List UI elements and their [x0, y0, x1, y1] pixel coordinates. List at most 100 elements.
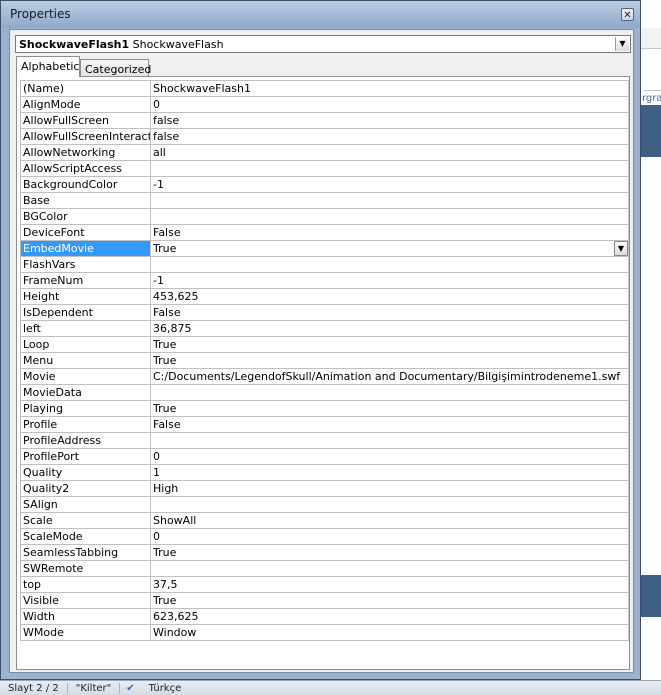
property-value[interactable]: ShockwaveFlash1	[151, 81, 629, 96]
property-value[interactable]: all	[151, 145, 629, 160]
property-name[interactable]: BGColor	[21, 209, 151, 224]
chevron-down-icon[interactable]: ▼	[614, 241, 628, 256]
property-name[interactable]: AllowFullScreenInteractive	[21, 129, 151, 144]
property-row[interactable]: AlignMode 0	[21, 97, 629, 113]
object-selector-dropdown[interactable]: ShockwaveFlash1 ShockwaveFlash ▼	[15, 35, 631, 53]
spell-check-icon[interactable]: ✔	[120, 683, 140, 694]
property-row[interactable]: Width 623,625	[21, 609, 629, 625]
property-value[interactable]: -1	[151, 177, 629, 192]
property-name[interactable]: SeamlessTabbing	[21, 545, 151, 560]
property-value[interactable]: 36,875	[151, 321, 629, 336]
property-row[interactable]: BackgroundColor -1	[21, 177, 629, 193]
chevron-down-icon[interactable]: ▼	[615, 37, 629, 51]
property-row[interactable]: ScaleMode 0	[21, 529, 629, 545]
property-name[interactable]: Profile	[21, 417, 151, 432]
property-name[interactable]: FlashVars	[21, 257, 151, 272]
property-row[interactable]: AllowFullScreenInteractivefalse	[21, 129, 629, 145]
property-name[interactable]: ProfileAddress	[21, 433, 151, 448]
status-theme-name[interactable]: "Kilter"	[68, 683, 120, 694]
property-name[interactable]: DeviceFont	[21, 225, 151, 240]
property-row[interactable]: Quality2 High	[21, 481, 629, 497]
property-row[interactable]: AllowFullScreen false	[21, 113, 629, 129]
property-name[interactable]: BackgroundColor	[21, 177, 151, 192]
property-row[interactable]: SeamlessTabbing True	[21, 545, 629, 561]
title-bar[interactable]: Properties ✕	[1, 1, 640, 28]
property-value[interactable]: High	[151, 481, 629, 496]
property-value[interactable]: True	[151, 593, 629, 608]
property-name[interactable]: AllowFullScreen	[21, 113, 151, 128]
property-value[interactable]: False	[151, 417, 629, 432]
property-name[interactable]: top	[21, 577, 151, 592]
property-name[interactable]: Scale	[21, 513, 151, 528]
property-value[interactable]: 453,625	[151, 289, 629, 304]
property-value[interactable]	[151, 561, 629, 576]
close-button[interactable]: ✕	[621, 8, 634, 21]
property-name[interactable]: WMode	[21, 625, 151, 640]
property-name[interactable]: SWRemote	[21, 561, 151, 576]
property-value[interactable]: false	[151, 129, 629, 144]
property-name[interactable]: Playing	[21, 401, 151, 416]
property-value[interactable]: False	[151, 225, 629, 240]
property-name[interactable]: Visible	[21, 593, 151, 608]
property-name[interactable]: Width	[21, 609, 151, 624]
property-value[interactable]: True	[151, 353, 629, 368]
property-row[interactable]: BGColor	[21, 209, 629, 225]
property-name[interactable]: Loop	[21, 337, 151, 352]
property-value[interactable]	[151, 257, 629, 272]
property-value[interactable]	[151, 433, 629, 448]
property-name[interactable]: AllowScriptAccess	[21, 161, 151, 176]
property-row[interactable]: Menu True	[21, 353, 629, 369]
property-row[interactable]: Movie C:/Documents/LegendofSkull/Animatio…	[21, 369, 629, 385]
property-row[interactable]: Loop True	[21, 337, 629, 353]
property-value[interactable]: ShowAll	[151, 513, 629, 528]
property-row[interactable]: IsDependent False	[21, 305, 629, 321]
status-language[interactable]: Türkçe	[141, 683, 190, 694]
property-value[interactable]: True	[151, 337, 629, 352]
property-value[interactable]: false	[151, 113, 629, 128]
property-name[interactable]: Menu	[21, 353, 151, 368]
property-name[interactable]: Base	[21, 193, 151, 208]
property-row[interactable]: SWRemote	[21, 561, 629, 577]
property-name[interactable]: ProfilePort	[21, 449, 151, 464]
property-row[interactable]: (Name) ShockwaveFlash1	[21, 81, 629, 97]
property-row[interactable]: DeviceFont False	[21, 225, 629, 241]
property-name[interactable]: Movie	[21, 369, 151, 384]
property-value[interactable]	[151, 385, 629, 400]
property-name[interactable]: left	[21, 321, 151, 336]
property-row[interactable]: ProfilePort 0	[21, 449, 629, 465]
property-value[interactable]	[151, 497, 629, 512]
property-row[interactable]: AllowScriptAccess	[21, 161, 629, 177]
property-row[interactable]: AllowNetworking all	[21, 145, 629, 161]
property-row[interactable]: top 37,5	[21, 577, 629, 593]
property-row[interactable]: Visible True	[21, 593, 629, 609]
property-value[interactable]: Window	[151, 625, 629, 640]
property-name[interactable]: (Name)	[21, 81, 151, 96]
property-name[interactable]: Quality2	[21, 481, 151, 496]
property-row[interactable]: Height 453,625	[21, 289, 629, 305]
property-row[interactable]: Scale ShowAll	[21, 513, 629, 529]
property-value[interactable]: 0	[151, 529, 629, 544]
property-value[interactable]: True	[151, 241, 629, 256]
property-value[interactable]: True	[151, 401, 629, 416]
property-name[interactable]: EmbedMovie	[21, 241, 151, 256]
property-name[interactable]: SAlign	[21, 497, 151, 512]
property-row[interactable]: Profile False	[21, 417, 629, 433]
property-row[interactable]: SAlign	[21, 497, 629, 513]
property-value[interactable]: 37,5	[151, 577, 629, 592]
property-row[interactable]: FlashVars	[21, 257, 629, 273]
property-value[interactable]: 1	[151, 465, 629, 480]
property-row[interactable]: left 36,875	[21, 321, 629, 337]
property-row[interactable]: Base	[21, 193, 629, 209]
property-value[interactable]: 0	[151, 97, 629, 112]
property-row[interactable]: MovieData	[21, 385, 629, 401]
property-name[interactable]: MovieData	[21, 385, 151, 400]
property-value[interactable]: 0	[151, 449, 629, 464]
property-name[interactable]: Height	[21, 289, 151, 304]
property-row[interactable]: WMode Window	[21, 625, 629, 641]
property-name[interactable]: FrameNum	[21, 273, 151, 288]
property-name[interactable]: ScaleMode	[21, 529, 151, 544]
property-row[interactable]: EmbedMovie True ▼	[21, 241, 629, 257]
property-value[interactable]: 623,625	[151, 609, 629, 624]
property-row[interactable]: Quality 1	[21, 465, 629, 481]
property-value[interactable]	[151, 161, 629, 176]
